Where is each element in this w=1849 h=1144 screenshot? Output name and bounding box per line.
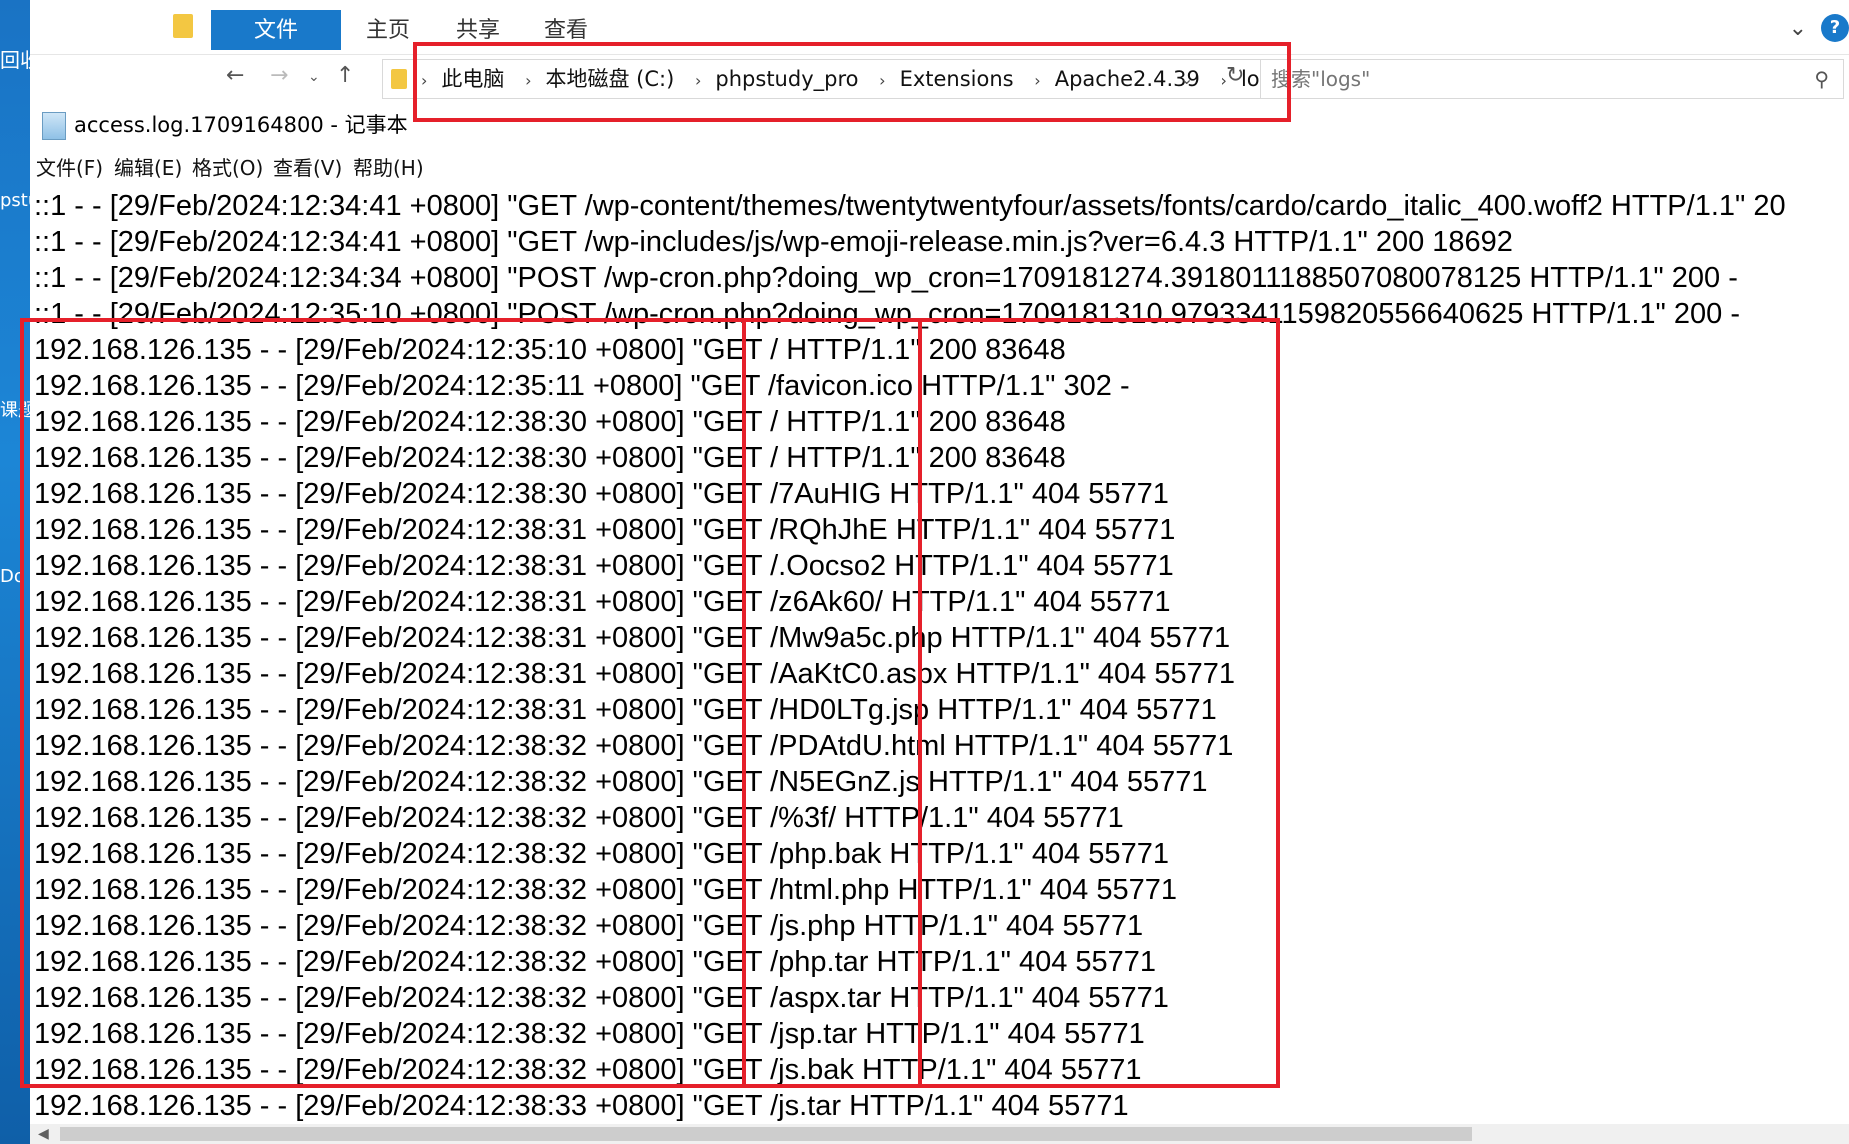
address-dropdown-icon[interactable]: ⌄ (1180, 69, 1193, 88)
menu-format[interactable]: 格式(O) (192, 152, 263, 184)
log-line: 192.168.126.135 - - [29/Feb/2024:12:38:3… (34, 658, 1236, 690)
log-line: 192.168.126.135 - - [29/Feb/2024:12:38:3… (34, 622, 1231, 654)
recent-locations-chevron-icon[interactable]: ⌄ (308, 69, 320, 85)
notepad-title-bar: access.log.1709164800 - 记事本 (30, 102, 1849, 148)
breadcrumb-separator-icon: › (695, 71, 702, 90)
menu-edit[interactable]: 编辑(E) (114, 152, 182, 184)
tab-home[interactable]: 主页 (360, 10, 416, 48)
refresh-icon[interactable]: ↻ (1226, 63, 1244, 88)
breadcrumb-apache[interactable]: Apache2.4.39 (1055, 67, 1200, 91)
notepad-window: access.log.1709164800 - 记事本 文件(F) 编辑(E) … (30, 102, 1849, 1144)
desktop-label-topic: 课题 (0, 400, 30, 421)
log-line: 192.168.126.135 - - [29/Feb/2024:12:38:3… (34, 514, 1176, 546)
desktop-label-do: Do (0, 566, 25, 587)
help-icon[interactable]: ? (1821, 14, 1849, 42)
address-bar-row: ← → ⌄ ↑ › 此电脑 › 本地磁盘 (C:) › phpstudy_pro › E… (30, 55, 1849, 100)
log-line: 192.168.126.135 - - [29/Feb/2024:12:35:1… (34, 334, 1066, 366)
notepad-text-area[interactable]: ::1 - - [29/Feb/2024:12:34:41 +0800] "GE… (30, 188, 1849, 1124)
breadcrumb-separator-icon: › (421, 71, 428, 90)
breadcrumb: › 此电脑 › 本地磁盘 (C:) › phpstudy_pro › Extension… (421, 60, 1284, 98)
breadcrumb-local-disk[interactable]: 本地磁盘 (C:) (546, 67, 675, 91)
log-line: 192.168.126.135 - - [29/Feb/2024:12:38:3… (34, 406, 1066, 438)
notepad-icon (42, 112, 66, 140)
menu-help[interactable]: 帮助(H) (353, 152, 424, 184)
log-line: 192.168.126.135 - - [29/Feb/2024:12:38:3… (34, 874, 1177, 906)
log-line: 192.168.126.135 - - [29/Feb/2024:12:38:3… (34, 586, 1171, 618)
log-line: 192.168.126.135 - - [29/Feb/2024:12:38:3… (34, 982, 1169, 1014)
log-line: 192.168.126.135 - - [29/Feb/2024:12:38:3… (34, 478, 1169, 510)
log-line: ::1 - - [29/Feb/2024:12:34:41 +0800] "GE… (34, 226, 1513, 258)
tab-file[interactable]: 文件 (211, 10, 341, 50)
scroll-left-icon[interactable]: ◀ (38, 1124, 49, 1144)
search-input[interactable] (1269, 62, 1793, 96)
chevron-down-icon[interactable]: ⌄ (1789, 16, 1807, 41)
log-line: ::1 - - [29/Feb/2024:12:34:34 +0800] "PO… (34, 262, 1738, 294)
breadcrumb-phpstudy[interactable]: phpstudy_pro (715, 67, 858, 91)
address-folder-icon (391, 69, 407, 89)
folder-icon (173, 14, 193, 38)
log-line: 192.168.126.135 - - [29/Feb/2024:12:38:3… (34, 910, 1144, 942)
forward-arrow-icon[interactable]: → (270, 63, 288, 88)
notepad-menu-bar: 文件(F) 编辑(E) 格式(O) 查看(V) 帮助(H) (30, 148, 1849, 188)
tab-share[interactable]: 共享 (450, 10, 506, 48)
log-line: 192.168.126.135 - - [29/Feb/2024:12:38:3… (34, 802, 1124, 834)
horizontal-scrollbar[interactable]: ◀ (30, 1124, 1849, 1144)
log-line: 192.168.126.135 - - [29/Feb/2024:12:38:3… (34, 442, 1066, 474)
menu-file[interactable]: 文件(F) (36, 152, 103, 184)
log-line: 192.168.126.135 - - [29/Feb/2024:12:38:3… (34, 1018, 1145, 1050)
log-line: ::1 - - [29/Feb/2024:12:35:10 +0800] "PO… (34, 298, 1741, 330)
breadcrumb-separator-icon: › (525, 71, 532, 90)
log-line: 192.168.126.135 - - [29/Feb/2024:12:35:1… (34, 370, 1130, 402)
file-explorer-window: 文件 主页 共享 查看 ⌄ ? ← → ⌄ ↑ › 此电脑 › 本地磁盘 (C:) … (30, 0, 1849, 100)
desktop-label-pstu: pstu (0, 190, 30, 211)
desktop-strip: 回收站 pstu 课题 Do (0, 0, 30, 1144)
breadcrumb-separator-icon: › (879, 71, 886, 90)
log-line: 192.168.126.135 - - [29/Feb/2024:12:38:3… (34, 766, 1208, 798)
search-icon[interactable]: ⚲ (1814, 67, 1829, 91)
breadcrumb-this-pc[interactable]: 此电脑 (441, 67, 504, 91)
breadcrumb-extensions[interactable]: Extensions (900, 67, 1014, 91)
menu-view[interactable]: 查看(V) (273, 152, 342, 184)
scrollbar-thumb[interactable] (60, 1127, 1472, 1141)
log-line: 192.168.126.135 - - [29/Feb/2024:12:38:3… (34, 1054, 1142, 1086)
back-arrow-icon[interactable]: ← (226, 63, 244, 88)
tab-view[interactable]: 查看 (538, 10, 594, 48)
log-line: 192.168.126.135 - - [29/Feb/2024:12:38:3… (34, 550, 1174, 582)
notepad-title: access.log.1709164800 - 记事本 (74, 113, 408, 137)
up-arrow-icon[interactable]: ↑ (336, 63, 354, 88)
log-line: 192.168.126.135 - - [29/Feb/2024:12:38:3… (34, 694, 1217, 726)
log-line: 192.168.126.135 - - [29/Feb/2024:12:38:3… (34, 838, 1169, 870)
desktop-label-recycle-bin: 回收站 (0, 48, 30, 72)
log-line: 192.168.126.135 - - [29/Feb/2024:12:38:3… (34, 1090, 1129, 1122)
breadcrumb-separator-icon: › (1034, 71, 1041, 90)
log-line: 192.168.126.135 - - [29/Feb/2024:12:38:3… (34, 730, 1234, 762)
ribbon: 文件 主页 共享 查看 ⌄ ? (30, 0, 1849, 55)
log-line: 192.168.126.135 - - [29/Feb/2024:12:38:3… (34, 946, 1157, 978)
log-line: ::1 - - [29/Feb/2024:12:34:41 +0800] "GE… (34, 190, 1786, 222)
search-box: ⚲ (1260, 59, 1844, 99)
